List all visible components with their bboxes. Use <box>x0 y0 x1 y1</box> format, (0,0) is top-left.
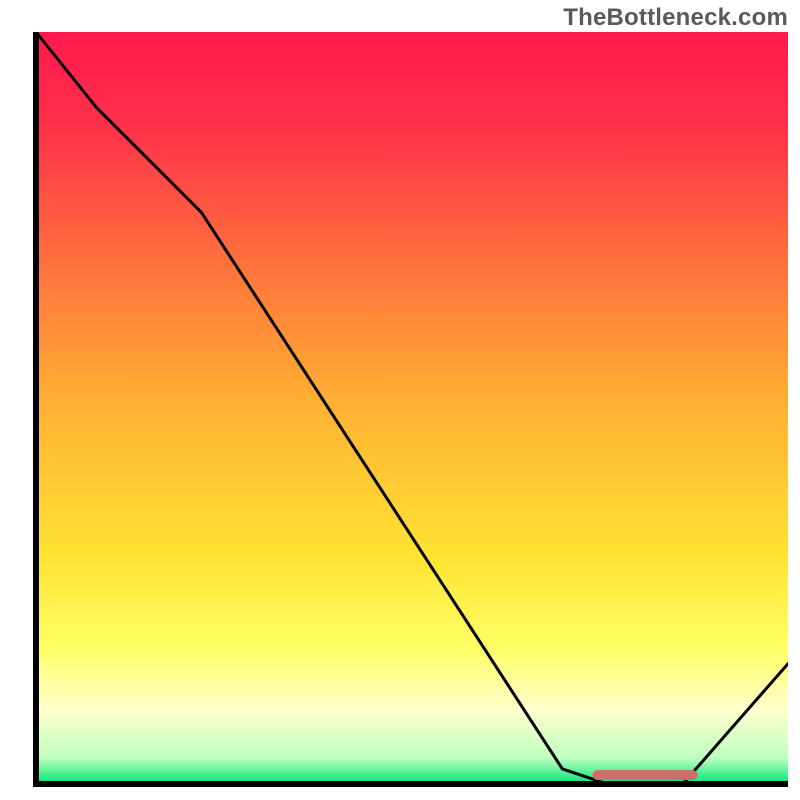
bottleneck-chart <box>0 0 800 800</box>
optimal-marker <box>592 770 697 780</box>
plot-background <box>36 32 788 784</box>
chart-frame: TheBottleneck.com <box>0 0 800 800</box>
watermark-text: TheBottleneck.com <box>563 4 788 32</box>
